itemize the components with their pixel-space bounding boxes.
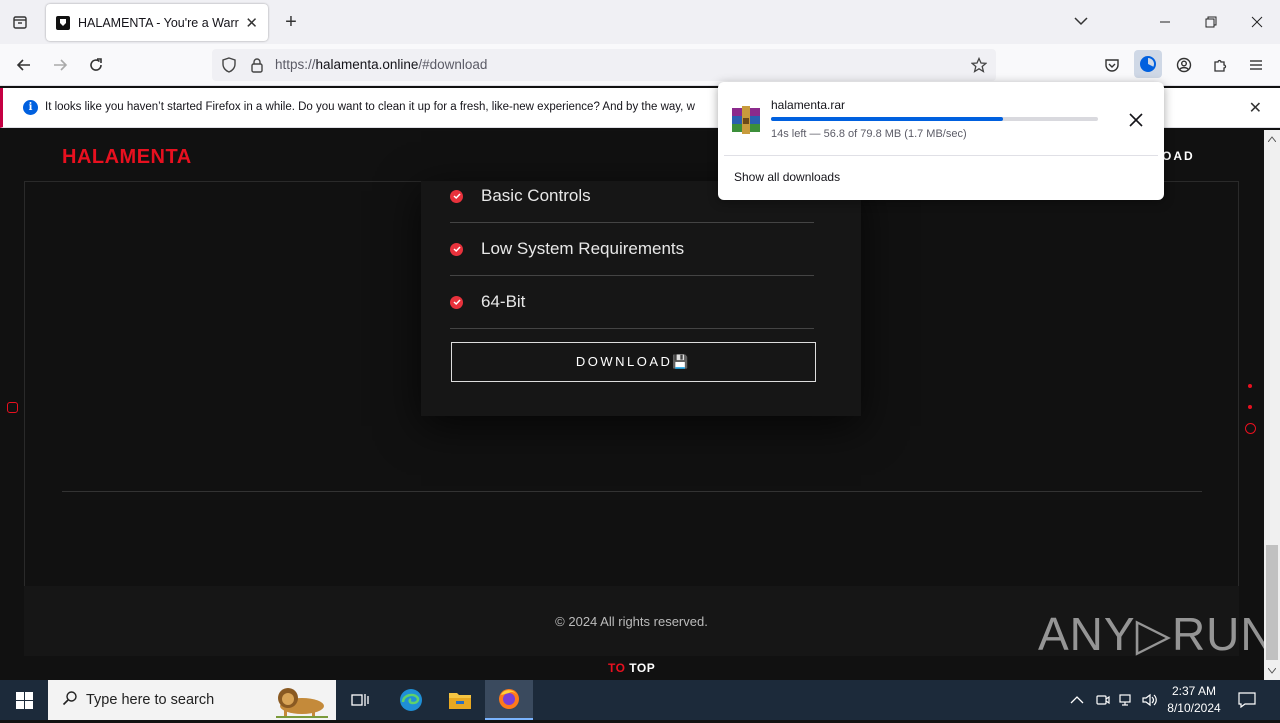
taskbar-clock[interactable]: 2:37 AM 8/10/2024 bbox=[1162, 683, 1226, 717]
tab-bar: HALAMENTA - You're a Warrior ✕ + bbox=[0, 0, 1280, 44]
check-circle-icon bbox=[450, 295, 463, 309]
nav-link-download[interactable]: OAD bbox=[1162, 149, 1195, 163]
feature-item: Low System Requirements bbox=[450, 223, 814, 276]
back-arrow-icon[interactable] bbox=[12, 53, 36, 77]
notification-close-icon[interactable]: ✕ bbox=[1249, 98, 1262, 118]
pocket-icon[interactable] bbox=[1100, 53, 1124, 77]
show-hidden-icons-chevron[interactable] bbox=[1070, 680, 1084, 720]
site-logo[interactable]: HALAMENTA bbox=[62, 146, 192, 169]
scrollbar-thumb[interactable] bbox=[1266, 545, 1278, 660]
winrar-archive-icon bbox=[730, 104, 762, 136]
taskbar-search-box[interactable]: Type here to search bbox=[48, 680, 336, 720]
tab-overflow-chevron-icon[interactable] bbox=[1072, 12, 1090, 35]
tab-halamenta[interactable]: HALAMENTA - You're a Warrior ✕ bbox=[46, 4, 268, 41]
anyrun-watermark: ANY▷RUN bbox=[1038, 608, 1264, 660]
firefox-icon[interactable] bbox=[485, 680, 533, 720]
feature-label: Basic Controls bbox=[481, 186, 591, 205]
volume-icon[interactable] bbox=[1142, 680, 1158, 720]
check-circle-icon bbox=[450, 242, 463, 256]
downloads-progress-icon[interactable] bbox=[1134, 50, 1162, 78]
tab-close-icon[interactable]: ✕ bbox=[245, 14, 258, 32]
feature-label: 64-Bit bbox=[481, 292, 526, 311]
extensions-puzzle-icon[interactable] bbox=[1208, 53, 1232, 77]
web-page: HALAMENTA OAD Basic Controls Low System … bbox=[0, 130, 1264, 680]
forward-arrow-icon[interactable] bbox=[48, 53, 72, 77]
tab-list-icon[interactable] bbox=[8, 10, 32, 34]
restore-button[interactable] bbox=[1188, 0, 1234, 44]
bookmark-star-icon[interactable] bbox=[967, 53, 991, 77]
download-status: 14s left — 56.8 of 79.8 MB (1.7 MB/sec) bbox=[771, 128, 967, 140]
to-top-link[interactable]: TO TOP bbox=[608, 661, 655, 675]
feature-item: 64-Bit bbox=[450, 276, 814, 329]
cancel-download-icon[interactable] bbox=[1124, 110, 1148, 134]
panel-divider bbox=[724, 155, 1158, 156]
download-progress-fill bbox=[771, 117, 1004, 121]
close-window-button[interactable] bbox=[1234, 0, 1280, 44]
info-icon: i bbox=[23, 100, 38, 115]
search-icon bbox=[62, 690, 78, 711]
meet-now-icon[interactable] bbox=[1096, 680, 1110, 720]
section-nav-dot[interactable] bbox=[1248, 405, 1252, 409]
instagram-icon[interactable] bbox=[7, 402, 18, 413]
windows-start-icon[interactable] bbox=[0, 680, 48, 720]
app-menu-hamburger-icon[interactable] bbox=[1244, 53, 1268, 77]
downloads-panel: halamenta.rar 14s left — 56.8 of 79.8 MB… bbox=[718, 82, 1164, 200]
tab-title: HALAMENTA - You're a Warrior bbox=[78, 15, 240, 30]
account-icon[interactable] bbox=[1172, 53, 1196, 77]
search-placeholder: Type here to search bbox=[86, 692, 215, 708]
feature-label: Low System Requirements bbox=[481, 239, 685, 258]
section-nav-dot[interactable] bbox=[1248, 384, 1252, 388]
download-progress-bar bbox=[771, 117, 1098, 121]
clock-date: 8/10/2024 bbox=[1167, 701, 1221, 715]
new-tab-button[interactable]: + bbox=[281, 10, 301, 34]
section-nav-dot-active[interactable] bbox=[1245, 423, 1256, 434]
divider bbox=[62, 491, 1202, 492]
minimize-button[interactable] bbox=[1142, 0, 1188, 44]
windows-taskbar: Type here to search 2:37 AM 8/10/2024 bbox=[0, 680, 1280, 720]
lock-icon[interactable] bbox=[245, 53, 269, 77]
check-circle-icon bbox=[450, 189, 463, 203]
edge-browser-icon[interactable] bbox=[387, 680, 435, 720]
url-text[interactable]: https://halamenta.online/#download bbox=[275, 57, 487, 72]
notification-center-icon[interactable] bbox=[1238, 680, 1256, 720]
file-explorer-icon[interactable] bbox=[436, 680, 484, 720]
tracking-shield-icon[interactable] bbox=[217, 53, 241, 77]
lion-search-highlight-icon bbox=[268, 684, 332, 723]
download-button[interactable]: DOWNLOAD💾 bbox=[451, 342, 816, 382]
show-all-downloads-button[interactable]: Show all downloads bbox=[734, 170, 840, 184]
site-favicon-icon bbox=[56, 15, 70, 30]
clock-time: 2:37 AM bbox=[1171, 684, 1217, 698]
reload-icon[interactable] bbox=[84, 53, 108, 77]
download-filename[interactable]: halamenta.rar bbox=[771, 98, 845, 112]
notification-message: It looks like you haven’t started Firefo… bbox=[45, 101, 695, 113]
network-icon[interactable] bbox=[1119, 680, 1135, 720]
navigation-toolbar: https://halamenta.online/#download bbox=[0, 44, 1280, 86]
task-view-icon[interactable] bbox=[336, 680, 384, 720]
url-bar[interactable]: https://halamenta.online/#download bbox=[212, 49, 996, 81]
